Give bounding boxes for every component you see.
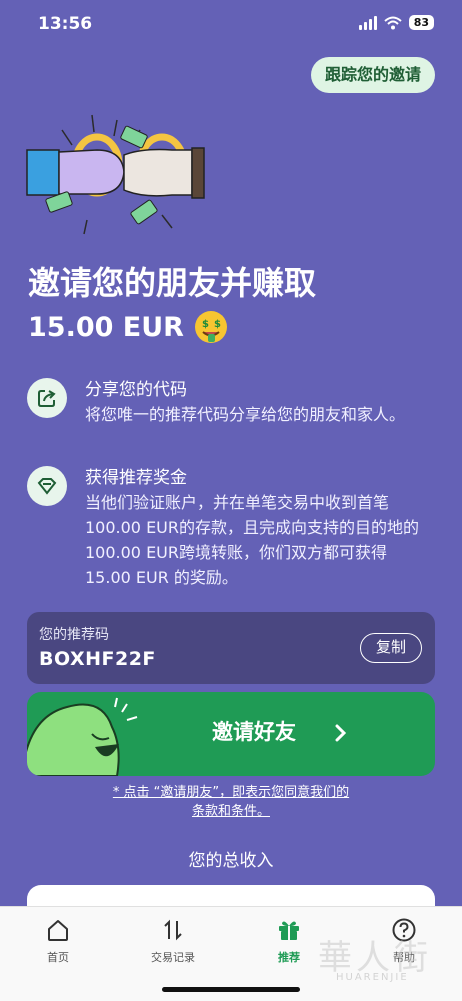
invite-friends-button[interactable]: 邀请好友: [27, 692, 435, 776]
track-invites-button[interactable]: 跟踪您的邀请: [310, 57, 435, 93]
tab-home[interactable]: 首页: [18, 917, 98, 965]
home-indicator: [162, 987, 300, 992]
diamond-icon: [27, 466, 67, 506]
battery-icon: 83: [408, 15, 434, 30]
referral-code-card: 您的推荐码 BOXHF22F 复制: [27, 612, 435, 684]
terms-line-1: * 点击 “邀请朋友”，即表示您同意我们的: [112, 785, 350, 800]
terms-link[interactable]: 条款和条件。: [192, 804, 270, 819]
referral-bonus-step: 获得推荐奖金 当他们验证账户，并在单笔交易中收到首笔100.00 EUR的存款，…: [27, 466, 427, 587]
terms-notice[interactable]: * 点击 “邀请朋友”，即表示您同意我们的 条款和条件。: [60, 783, 402, 821]
mascot-illustration: [27, 697, 138, 776]
gift-icon: [279, 921, 299, 940]
watermark: 華人街 HUARENJIE: [318, 930, 453, 990]
status-time: 13:56: [38, 14, 93, 34]
page-title: 邀请您的朋友并赚取: [28, 264, 317, 302]
signal-icon: [358, 15, 377, 30]
copy-button[interactable]: 复制: [360, 633, 422, 663]
step-title: 获得推荐奖金: [85, 468, 187, 488]
tab-label: 推荐: [278, 951, 300, 964]
watermark-subtext: HUARENJIE: [336, 972, 409, 983]
chevron-right-icon: [335, 724, 347, 742]
reward-amount-row: 15.00 EUR $ $: [28, 310, 228, 344]
status-icons: 83: [358, 15, 434, 30]
money-face-emoji-icon: $ $: [194, 311, 227, 343]
svg-text:$: $: [202, 319, 209, 330]
tab-label: 首页: [47, 951, 69, 964]
share-code-step: 分享您的代码 将您唯一的推荐代码分享给您的朋友和家人。: [27, 378, 427, 448]
fist-bump-illustration: [26, 114, 205, 235]
reward-amount: 15.00 EUR: [28, 311, 184, 343]
svg-text:$: $: [214, 319, 221, 330]
share-icon: [27, 378, 67, 418]
referral-code: BOXHF22F: [39, 648, 156, 670]
wifi-icon: [384, 16, 402, 29]
tab-referral[interactable]: 推荐: [249, 917, 329, 965]
step-description: 当他们验证账户，并在单笔交易中收到首笔100.00 EUR的存款，且完成向支持的…: [85, 493, 420, 587]
transactions-icon: [164, 919, 182, 941]
home-icon: [48, 920, 68, 941]
tab-transactions[interactable]: 交易记录: [133, 917, 213, 965]
tab-label: 交易记录: [151, 951, 195, 964]
step-description: 将您唯一的推荐代码分享给您的朋友和家人。: [85, 405, 406, 424]
total-earnings-title: 您的总收入: [188, 851, 274, 871]
status-bar: 13:56 83: [0, 0, 462, 50]
invite-friends-label: 邀请好友: [212, 720, 296, 744]
referral-code-label: 您的推荐码: [39, 627, 109, 643]
step-title: 分享您的代码: [85, 380, 187, 400]
